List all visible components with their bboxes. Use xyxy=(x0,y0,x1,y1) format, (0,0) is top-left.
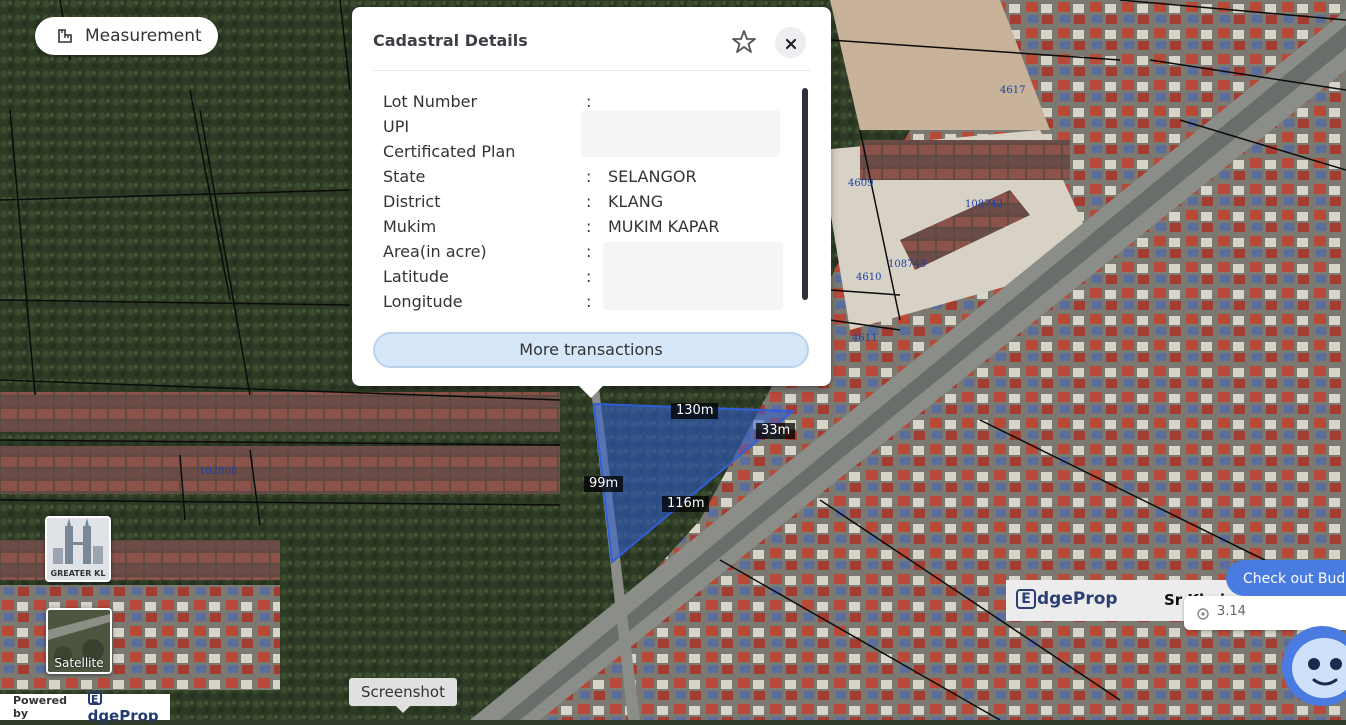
lot-label: 4610 xyxy=(856,272,882,283)
lot-label: 108742 xyxy=(965,199,1004,210)
powered-by-edgeprop[interactable]: Powered by EdgeProp xyxy=(0,691,170,725)
score-value: 3.14 xyxy=(1217,604,1246,619)
lot-label: 4609 xyxy=(848,178,874,189)
target-icon xyxy=(1196,606,1210,620)
greater-kl-label: GREATER KL xyxy=(50,569,106,578)
satellite-label: Satellite xyxy=(54,656,104,670)
more-transactions-button[interactable]: More transactions xyxy=(373,332,809,368)
measurement-label: Measurement xyxy=(85,26,202,46)
powered-by-label: Powered by xyxy=(13,694,68,720)
lot-label: 4617 xyxy=(1000,85,1026,96)
lot-label: 4611 xyxy=(852,333,878,344)
robot-mascot-icon xyxy=(1282,626,1346,706)
detail-row-longitude: Longitude: xyxy=(383,292,592,311)
lot-label: 108743 xyxy=(888,259,927,270)
detail-row-lot-number: Lot Number: xyxy=(383,92,592,111)
measurement-button[interactable]: Measurement xyxy=(35,17,218,55)
details-list: Lot Number: UPI Certificated Plan State:… xyxy=(383,89,793,314)
satellite-layer-button[interactable]: Satellite xyxy=(46,608,112,674)
chat-bubble[interactable]: Check out Budd xyxy=(1226,560,1346,596)
close-button[interactable] xyxy=(775,27,806,58)
detail-row-state: State: SELANGOR xyxy=(383,167,697,186)
chatbot-avatar[interactable] xyxy=(1278,618,1346,708)
measure-icon xyxy=(57,28,73,44)
greater-kl-layer-button[interactable]: GREATER KL xyxy=(45,516,111,582)
popup-divider xyxy=(373,70,810,71)
edgeprop-logo: EdgeProp xyxy=(1016,589,1118,609)
dimension-label: 33m xyxy=(756,423,796,439)
close-icon xyxy=(784,36,798,50)
twin-towers-icon xyxy=(53,518,103,564)
popup-title: Cadastral Details xyxy=(373,31,528,50)
dimension-label: 99m xyxy=(584,476,624,492)
detail-row-latitude: Latitude: xyxy=(383,267,592,286)
detail-row-mukim: Mukim: MUKIM KAPAR xyxy=(383,217,720,236)
screenshot-button[interactable]: Screenshot xyxy=(349,678,457,713)
star-icon[interactable] xyxy=(731,29,757,55)
dimension-label: 130m xyxy=(671,403,719,419)
dimension-label: 116m xyxy=(662,496,710,512)
detail-row-district: District: KLANG xyxy=(383,192,664,211)
detail-row-area: Area(in acre): xyxy=(383,242,592,261)
cadastral-details-popup: Cadastral Details Lot Number: UPI Certif… xyxy=(352,7,831,398)
detail-row-certificated-plan: Certificated Plan xyxy=(383,142,516,161)
detail-row-upi: UPI xyxy=(383,117,410,136)
lot-label: 102808 xyxy=(199,466,238,477)
details-scrollbar[interactable] xyxy=(802,88,808,300)
